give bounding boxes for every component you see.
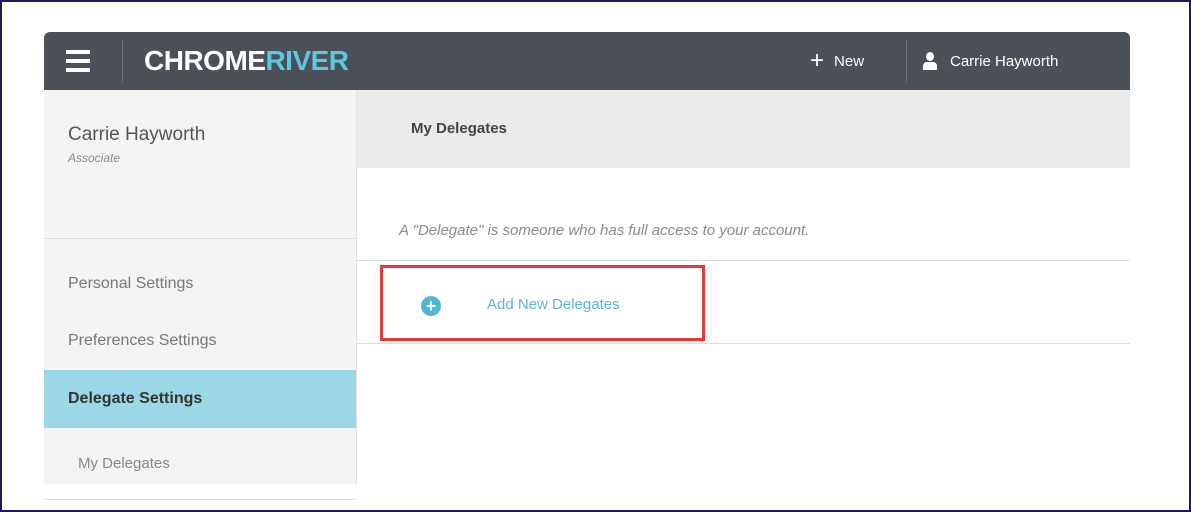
header-divider: [906, 40, 907, 82]
profile-name: Carrie Hayworth: [68, 124, 206, 145]
sidebar-item-label: Preferences Settings: [68, 332, 217, 349]
delegate-description: A "Delegate" is someone who has full acc…: [399, 222, 810, 239]
main-content: My Delegates A "Delegate" is someone who…: [357, 90, 1130, 484]
add-new-delegates-link[interactable]: Add New Delegates: [487, 296, 620, 313]
sidebar-item-preferences-settings[interactable]: Preferences Settings: [44, 312, 356, 370]
app-window: CHROMERIVER + New Carrie Hayworth Carrie…: [44, 32, 1130, 500]
screenshot-frame: CHROMERIVER + New Carrie Hayworth Carrie…: [0, 0, 1191, 512]
add-delegate-row: + Add New Delegates: [357, 261, 1130, 344]
top-bar: CHROMERIVER + New Carrie Hayworth: [44, 32, 1130, 90]
highlight-box: + Add New Delegates: [380, 265, 705, 341]
add-circle-icon[interactable]: +: [421, 296, 441, 316]
sidebar-item-delegate-settings[interactable]: Delegate Settings: [44, 370, 356, 428]
logo-part-river: RIVER: [265, 45, 349, 76]
header-divider: [122, 40, 123, 82]
hamburger-menu-icon[interactable]: [66, 50, 90, 72]
logo-part-chrome: CHROME: [144, 45, 266, 76]
sidebar-item-personal-settings[interactable]: Personal Settings: [44, 255, 356, 313]
profile-card: Carrie Hayworth Associate: [44, 90, 356, 239]
user-menu-button[interactable]: Carrie Hayworth: [922, 49, 1058, 73]
user-name-label: Carrie Hayworth: [950, 52, 1059, 70]
sidebar-item-label: Personal Settings: [68, 275, 194, 292]
sidebar-subitem-label: My Delegates: [78, 455, 170, 472]
plus-icon: +: [810, 47, 825, 74]
page-title: My Delegates: [411, 120, 507, 137]
page-header: My Delegates: [357, 90, 1130, 168]
new-button[interactable]: + New: [810, 49, 864, 73]
user-icon: [922, 52, 938, 70]
description-row: A "Delegate" is someone who has full acc…: [357, 168, 1130, 261]
profile-role: Associate: [68, 151, 121, 165]
chrome-river-logo[interactable]: CHROMERIVER: [144, 45, 349, 77]
new-button-label: New: [834, 52, 865, 70]
sidebar-subitem-my-delegates[interactable]: My Delegates: [44, 428, 356, 500]
sidebar: Carrie Hayworth Associate Personal Setti…: [44, 90, 357, 500]
sidebar-item-label: Delegate Settings: [68, 390, 203, 407]
